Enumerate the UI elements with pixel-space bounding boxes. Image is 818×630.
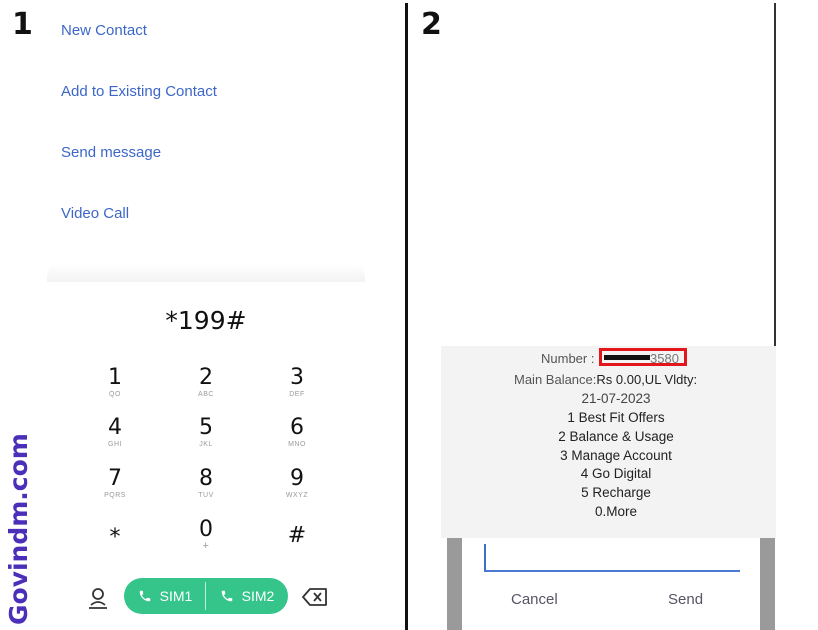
panel-right-border — [774, 3, 776, 348]
menu-send-message[interactable]: Send message — [61, 144, 161, 161]
dial-key-star[interactable]: * — [85, 518, 145, 559]
dial-key-5[interactable]: 5 JKL — [176, 416, 236, 449]
dial-key-hash[interactable]: # — [267, 518, 327, 557]
dial-key-3[interactable]: 3 DEF — [267, 366, 327, 399]
key-letters — [85, 550, 145, 559]
dial-key-1[interactable]: 1 QO — [85, 366, 145, 399]
person-icon[interactable] — [86, 586, 110, 610]
sim1-label: SIM1 — [159, 588, 193, 604]
ussd-option: 1 Best Fit Offers — [567, 410, 665, 425]
dial-key-4[interactable]: 4 GHI — [85, 416, 145, 449]
phone-icon — [221, 590, 232, 602]
key-letters: ABC — [198, 391, 214, 398]
ussd-reply-input[interactable] — [484, 544, 740, 572]
sim2-label: SIM2 — [241, 588, 275, 604]
ussd-option: 2 Balance & Usage — [558, 429, 674, 444]
key-letters: GHI — [108, 441, 122, 448]
key-letters: TUV — [198, 492, 214, 499]
validity-date: 21-07-2023 — [581, 391, 651, 406]
key-letters: WXYZ — [285, 492, 309, 499]
key-digit: * — [109, 525, 121, 550]
call-button-group: SIM1 SIM2 — [124, 578, 288, 614]
call-sim1-button[interactable]: SIM1 — [124, 578, 206, 614]
cancel-button[interactable]: Cancel — [511, 591, 558, 608]
menu-new-contact[interactable]: New Contact — [61, 22, 147, 39]
balance-label: Main Balance: — [514, 372, 597, 387]
dial-key-2[interactable]: 2 ABC — [176, 366, 236, 399]
key-digit: 2 — [199, 365, 213, 390]
key-digit: 4 — [108, 415, 122, 440]
dial-key-7[interactable]: 7 PQRS — [85, 467, 145, 500]
step-number-1: 1 — [12, 7, 33, 42]
ussd-number-label: Number : — [541, 351, 595, 366]
key-letters: DEF — [289, 391, 305, 398]
key-digit: 5 — [199, 415, 213, 440]
ussd-option: 3 Manage Account — [560, 448, 672, 463]
key-digit: 0 — [199, 517, 213, 542]
send-button[interactable]: Send — [668, 591, 703, 608]
key-digit: # — [287, 523, 307, 548]
number-highlight-box — [599, 348, 687, 366]
key-letters: + — [202, 540, 210, 552]
key-letters — [267, 548, 327, 557]
menu-add-to-existing-contact[interactable]: Add to Existing Contact — [61, 83, 217, 100]
key-digit: 7 — [108, 466, 122, 491]
balance-value: Rs 0.00,UL Vldty: — [596, 372, 698, 387]
key-digit: 1 — [108, 365, 122, 390]
key-letters: JKL — [199, 441, 213, 448]
dial-key-6[interactable]: 6 MNO — [267, 416, 327, 449]
phone-icon — [139, 590, 150, 602]
ussd-option: 5 Recharge — [581, 485, 651, 500]
menu-video-call[interactable]: Video Call — [61, 205, 129, 222]
key-letters: MNO — [288, 441, 306, 448]
backspace-icon[interactable] — [302, 588, 328, 606]
ussd-option: 0.More — [594, 504, 638, 519]
dial-key-8[interactable]: 8 TUV — [176, 467, 236, 500]
dial-key-9[interactable]: 9 WXYZ — [267, 467, 327, 500]
dialpad-sheet-edge — [47, 264, 365, 282]
panel-divider — [405, 3, 408, 630]
key-letters: QO — [109, 391, 121, 398]
call-sim2-button[interactable]: SIM2 — [206, 578, 288, 614]
dialed-number: *199# — [165, 306, 247, 335]
step-number-2: 2 — [421, 7, 442, 42]
ussd-option: 4 Go Digital — [580, 466, 652, 481]
dial-key-0[interactable]: 0 + — [176, 517, 236, 552]
key-digit: 8 — [199, 466, 213, 491]
watermark: Govindm.com — [4, 433, 33, 625]
key-digit: 9 — [290, 466, 304, 491]
ussd-balance-line: Main Balance:Rs 0.00,UL Vldty: — [514, 372, 697, 387]
key-digit: 3 — [290, 365, 304, 390]
key-digit: 6 — [290, 415, 304, 440]
key-letters: PQRS — [104, 492, 126, 499]
